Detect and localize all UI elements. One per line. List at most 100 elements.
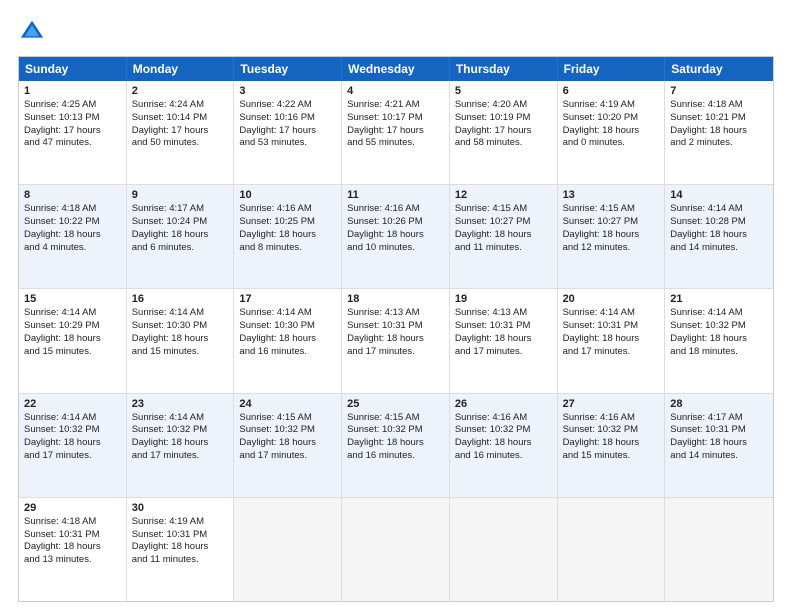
cell-line: and 17 minutes. xyxy=(455,346,552,359)
cell-line: Daylight: 18 hours xyxy=(563,229,660,242)
cell-line: Sunrise: 4:18 AM xyxy=(24,516,121,529)
day-cell-19: 19 Sunrise: 4:13 AMSunset: 10:31 PMDaylig… xyxy=(450,289,558,392)
cell-line: and 0 minutes. xyxy=(563,137,660,150)
day-number: 17 xyxy=(239,293,336,305)
cell-line: Sunrise: 4:15 AM xyxy=(455,203,552,216)
cell-line: and 8 minutes. xyxy=(239,242,336,255)
cell-line: Sunrise: 4:14 AM xyxy=(563,307,660,320)
cell-line: Sunrise: 4:17 AM xyxy=(132,203,229,216)
cell-line: and 17 minutes. xyxy=(563,346,660,359)
cell-line: Sunrise: 4:18 AM xyxy=(670,99,768,112)
day-number: 29 xyxy=(24,502,121,514)
empty-cell xyxy=(450,498,558,601)
cell-line: Sunrise: 4:14 AM xyxy=(670,307,768,320)
cell-line: Sunrise: 4:17 AM xyxy=(670,412,768,425)
cell-line: Daylight: 18 hours xyxy=(670,125,768,138)
cell-line: Daylight: 18 hours xyxy=(239,437,336,450)
cell-line: Daylight: 18 hours xyxy=(132,541,229,554)
header-cell-saturday: Saturday xyxy=(665,57,773,81)
cell-line: Sunset: 10:20 PM xyxy=(563,112,660,125)
day-cell-5: 5Sunrise: 4:20 AMSunset: 10:19 PMDayligh… xyxy=(450,81,558,184)
cell-line: Sunrise: 4:16 AM xyxy=(563,412,660,425)
cell-line: Sunrise: 4:16 AM xyxy=(239,203,336,216)
cell-line: Daylight: 18 hours xyxy=(347,229,444,242)
cell-line: Sunrise: 4:13 AM xyxy=(455,307,552,320)
empty-cell xyxy=(342,498,450,601)
day-cell-3: 3Sunrise: 4:22 AMSunset: 10:16 PMDayligh… xyxy=(234,81,342,184)
day-number: 11 xyxy=(347,189,444,201)
day-cell-27: 27Sunrise: 4:16 AMSunset: 10:32 PMDaylig… xyxy=(558,394,666,497)
day-number: 1 xyxy=(24,85,121,97)
day-cell-17: 17Sunrise: 4:14 AMSunset: 10:30 PMDaylig… xyxy=(234,289,342,392)
cell-line: Sunset: 10:14 PM xyxy=(132,112,229,125)
cell-line: Sunset: 10:28 PM xyxy=(670,216,768,229)
day-cell-29: 29Sunrise: 4:18 AMSunset: 10:31 PMDaylig… xyxy=(19,498,127,601)
cell-line: Daylight: 18 hours xyxy=(670,333,768,346)
cell-line: Sunset: 10:25 PM xyxy=(239,216,336,229)
day-number: 10 xyxy=(239,189,336,201)
cell-line: Sunrise: 4:24 AM xyxy=(132,99,229,112)
day-number: 25 xyxy=(347,398,444,410)
cell-line: Sunset: 10:22 PM xyxy=(24,216,121,229)
cell-line: Sunrise: 4:14 AM xyxy=(132,412,229,425)
cell-line: Sunset: 10:29 PM xyxy=(24,320,121,333)
day-cell-2: 2Sunrise: 4:24 AMSunset: 10:14 PMDayligh… xyxy=(127,81,235,184)
cell-line: Sunrise: 4:20 AM xyxy=(455,99,552,112)
cell-line: and 11 minutes. xyxy=(455,242,552,255)
cell-line: Sunrise: 4:14 AM xyxy=(670,203,768,216)
day-cell-24: 24Sunrise: 4:15 AMSunset: 10:32 PMDaylig… xyxy=(234,394,342,497)
day-number: 18 xyxy=(347,293,444,305)
cell-line: and 47 minutes. xyxy=(24,137,121,150)
day-number: 5 xyxy=(455,85,552,97)
cell-line: Sunrise: 4:16 AM xyxy=(455,412,552,425)
cell-line: Sunrise: 4:15 AM xyxy=(563,203,660,216)
day-cell-13: 13Sunrise: 4:15 AMSunset: 10:27 PMDaylig… xyxy=(558,185,666,288)
cell-line: Daylight: 18 hours xyxy=(670,437,768,450)
day-number: 26 xyxy=(455,398,552,410)
cell-line: Daylight: 18 hours xyxy=(455,333,552,346)
cell-line: and 16 minutes. xyxy=(455,450,552,463)
cell-line: Daylight: 18 hours xyxy=(132,229,229,242)
header-cell-tuesday: Tuesday xyxy=(234,57,342,81)
day-cell-10: 10Sunrise: 4:16 AMSunset: 10:25 PMDaylig… xyxy=(234,185,342,288)
cell-line: Daylight: 18 hours xyxy=(563,333,660,346)
cell-line: Daylight: 18 hours xyxy=(455,229,552,242)
cell-line: Sunset: 10:21 PM xyxy=(670,112,768,125)
day-cell-7: 7Sunrise: 4:18 AMSunset: 10:21 PMDayligh… xyxy=(665,81,773,184)
day-number: 8 xyxy=(24,189,121,201)
cell-line: Sunrise: 4:14 AM xyxy=(132,307,229,320)
cell-line: Daylight: 18 hours xyxy=(24,437,121,450)
cell-line: and 17 minutes. xyxy=(347,346,444,359)
day-cell-8: 8Sunrise: 4:18 AMSunset: 10:22 PMDayligh… xyxy=(19,185,127,288)
cell-line: Sunrise: 4:18 AM xyxy=(24,203,121,216)
day-number: 19 xyxy=(455,293,552,305)
day-cell-16: 16Sunrise: 4:14 AMSunset: 10:30 PMDaylig… xyxy=(127,289,235,392)
cell-line: Sunset: 10:30 PM xyxy=(239,320,336,333)
day-cell-25: 25Sunrise: 4:15 AMSunset: 10:32 PMDaylig… xyxy=(342,394,450,497)
cell-line: and 16 minutes. xyxy=(239,346,336,359)
cell-line: Sunset: 10:31 PM xyxy=(563,320,660,333)
day-cell-26: 26Sunrise: 4:16 AMSunset: 10:32 PMDaylig… xyxy=(450,394,558,497)
cell-line: Sunrise: 4:14 AM xyxy=(24,412,121,425)
cell-line: Sunrise: 4:22 AM xyxy=(239,99,336,112)
cell-line: Sunrise: 4:16 AM xyxy=(347,203,444,216)
cell-line: and 4 minutes. xyxy=(24,242,121,255)
cell-line: and 18 minutes. xyxy=(670,346,768,359)
cell-line: and 14 minutes. xyxy=(670,242,768,255)
cal-row-2: 15Sunrise: 4:14 AMSunset: 10:29 PMDaylig… xyxy=(19,289,773,393)
header-cell-sunday: Sunday xyxy=(19,57,127,81)
cell-line: Sunset: 10:32 PM xyxy=(563,424,660,437)
day-number: 16 xyxy=(132,293,229,305)
day-number: 27 xyxy=(563,398,660,410)
cell-line: Sunset: 10:24 PM xyxy=(132,216,229,229)
cell-line: Sunset: 10:31 PM xyxy=(24,529,121,542)
cell-line: Sunset: 10:31 PM xyxy=(455,320,552,333)
day-cell-14: 14Sunrise: 4:14 AMSunset: 10:28 PMDaylig… xyxy=(665,185,773,288)
cell-line: Sunrise: 4:19 AM xyxy=(132,516,229,529)
cell-line: Sunset: 10:16 PM xyxy=(239,112,336,125)
day-cell-23: 23Sunrise: 4:14 AMSunset: 10:32 PMDaylig… xyxy=(127,394,235,497)
cell-line: Daylight: 17 hours xyxy=(24,125,121,138)
cell-line: Daylight: 17 hours xyxy=(347,125,444,138)
empty-cell xyxy=(558,498,666,601)
cell-line: Sunset: 10:31 PM xyxy=(132,529,229,542)
